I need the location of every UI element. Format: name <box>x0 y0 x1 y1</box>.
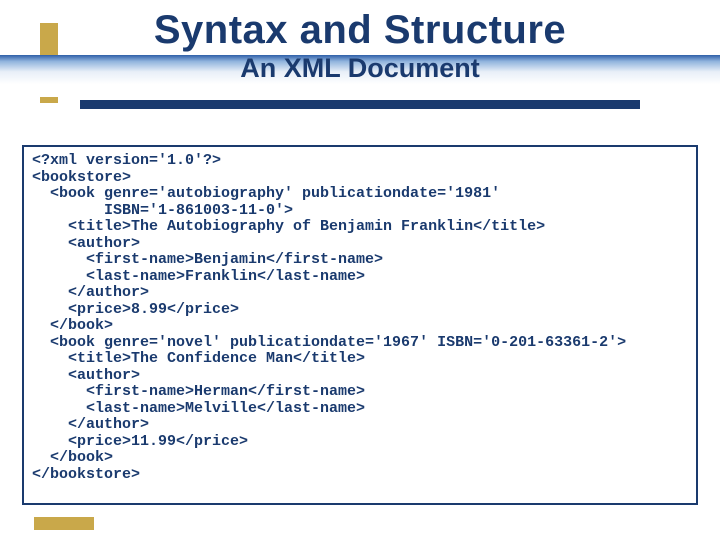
code-line: <first-name>Benjamin</first-name> <box>32 251 383 268</box>
code-line: ISBN='1-861003-11-0'> <box>32 202 293 219</box>
code-line: <title>The Autobiography of Benjamin Fra… <box>32 218 545 235</box>
slide: Syntax and Structure An XML Document <?x… <box>0 0 720 540</box>
code-line: <?xml version='1.0'?> <box>32 152 221 169</box>
code-line: <book genre='novel' publicationdate='196… <box>32 334 626 351</box>
slide-header: Syntax and Structure An XML Document <box>0 8 720 97</box>
code-line: </book> <box>32 449 113 466</box>
code-line: <bookstore> <box>32 169 131 186</box>
slide-title: Syntax and Structure <box>0 8 720 53</box>
code-line: <title>The Confidence Man</title> <box>32 350 365 367</box>
code-line: <price>11.99</price> <box>32 433 248 450</box>
slide-subtitle: An XML Document <box>240 53 480 84</box>
code-line: </book> <box>32 317 113 334</box>
code-line: <author> <box>32 235 140 252</box>
subtitle-band: An XML Document <box>0 55 720 97</box>
title-underline <box>80 100 640 109</box>
code-line: <last-name>Franklin</last-name> <box>32 268 365 285</box>
code-line: <price>8.99</price> <box>32 301 239 318</box>
code-line: <author> <box>32 367 140 384</box>
code-line: </bookstore> <box>32 466 140 483</box>
code-line: </author> <box>32 284 149 301</box>
code-line: <last-name>Melville</last-name> <box>32 400 365 417</box>
code-line: <book genre='autobiography' publicationd… <box>32 185 500 202</box>
decor-gold-bar-bottom <box>34 517 94 530</box>
code-line: </author> <box>32 416 149 433</box>
code-line: <first-name>Herman</first-name> <box>32 383 365 400</box>
xml-code-block: <?xml version='1.0'?> <bookstore> <book … <box>22 145 698 505</box>
